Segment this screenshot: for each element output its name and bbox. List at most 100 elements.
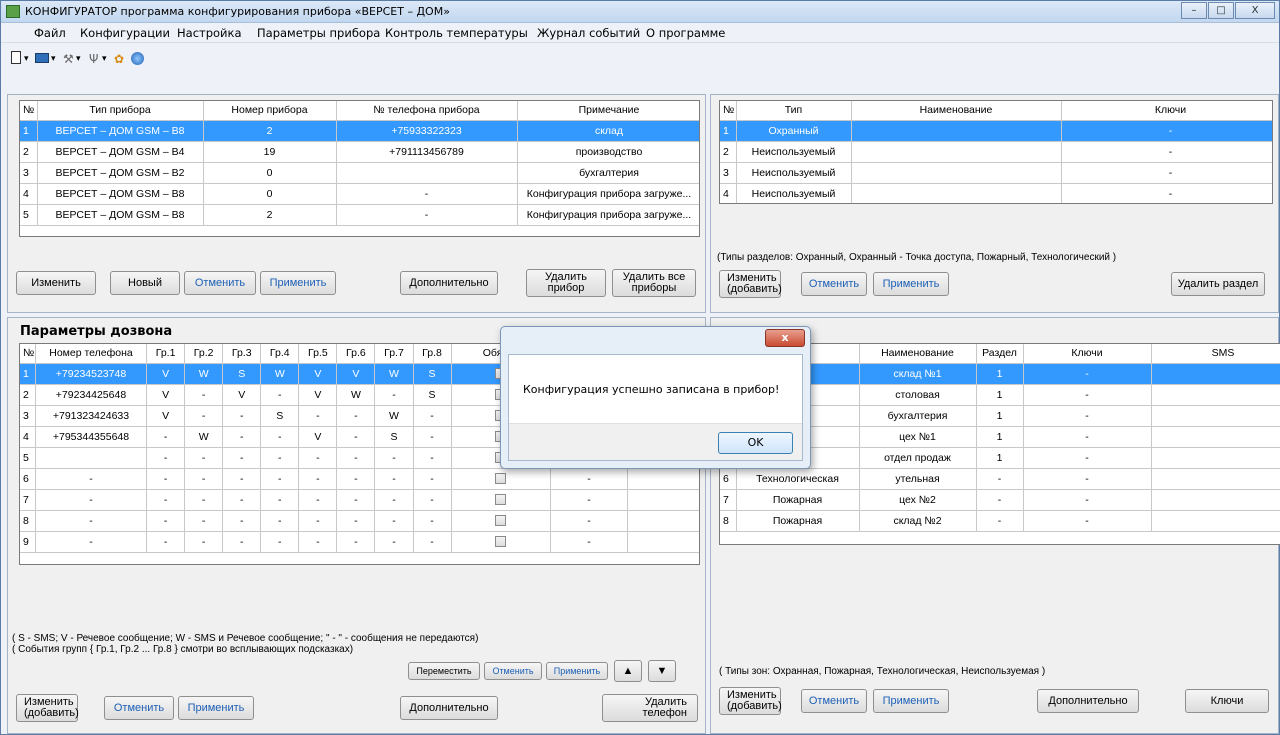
table-row[interactable]: 2 Неиспользуемый -	[720, 141, 1272, 163]
table-row[interactable]: 4 ВЕРСЕТ – ДОМ GSM – B8 0- Конфигурация при…	[20, 183, 699, 205]
cell: S	[222, 363, 262, 385]
cell: -	[222, 489, 262, 511]
device-icon[interactable]	[35, 53, 49, 63]
dial-more-button[interactable]: Дополнительно	[400, 696, 498, 720]
device-cancel-button[interactable]: Отменить	[184, 271, 256, 295]
table-row[interactable]: 4 Неиспользуемый -	[720, 183, 1272, 203]
mandatory-checkbox[interactable]	[495, 494, 507, 506]
zone-types-note: ( Типы зон: Охранная, Пожарная, Технолог…	[719, 666, 1046, 677]
move-apply-button[interactable]: Применить	[546, 662, 608, 680]
delete-section-button[interactable]: Удалить раздел	[1171, 272, 1265, 296]
col-keys: Ключи	[1061, 101, 1272, 121]
zone-edit-button[interactable]: Изменить (добавить)	[719, 687, 782, 715]
cell: Неиспользуемый	[736, 162, 852, 184]
zone-apply-button[interactable]: Применить	[873, 689, 949, 713]
cell: 2	[720, 141, 737, 163]
cell: -	[336, 426, 376, 448]
device-apply-button[interactable]: Применить	[260, 271, 336, 295]
cell: +75933322323	[336, 120, 518, 142]
table-row[interactable]: 1 ВЕРСЕТ – ДОМ GSM – B8 2 +75933322323 склад	[20, 120, 699, 142]
dialog-close-button[interactable]: x	[765, 329, 805, 347]
mandatory-checkbox[interactable]	[495, 515, 507, 527]
delete-all-devices-button[interactable]: Удалить все приборы	[612, 269, 696, 297]
move-button[interactable]: Переместить	[408, 662, 480, 680]
device-dropdown-icon[interactable]: ▾	[51, 51, 56, 67]
dial-apply-button[interactable]: Применить	[178, 696, 254, 720]
table-row[interactable]: 2 ВЕРСЕТ – ДОМ GSM – B4 19 +791113456789 про…	[20, 141, 699, 163]
settings-icon[interactable]: ✿	[114, 51, 124, 67]
table-row[interactable]: 3 ВЕРСЕТ – ДОМ GSM – B2 0 бухгалтерия	[20, 162, 699, 184]
cell: V	[146, 363, 186, 385]
cell: 1	[20, 363, 36, 385]
table-row[interactable]: 9----------	[20, 531, 699, 553]
delete-phone-button[interactable]: Удалить телефон	[602, 694, 698, 722]
info-icon[interactable]	[131, 52, 144, 65]
zone-more-button[interactable]: Дополнительно	[1037, 689, 1139, 713]
cell: -	[1023, 405, 1152, 427]
cell: +791113456789	[336, 141, 518, 163]
mandatory-checkbox[interactable]	[495, 473, 507, 485]
dial-edit-button[interactable]: Изменить (добавить)	[16, 694, 79, 722]
cell: -	[146, 489, 186, 511]
tools-icon[interactable]: ⚒	[63, 51, 74, 67]
cell: -	[1061, 183, 1272, 203]
usb-dropdown-icon[interactable]: ▾	[102, 51, 107, 67]
delete-device-button[interactable]: Удалить прибор	[526, 269, 606, 297]
cell: -	[1023, 489, 1152, 511]
section-edit-button[interactable]: Изменить (добавить)	[719, 270, 782, 298]
cell	[1151, 363, 1280, 385]
maximize-button[interactable]: □	[1208, 2, 1234, 19]
move-down-icon[interactable]: ▼	[648, 660, 676, 682]
dialog-message: Конфигурация успешно записана в прибор!	[523, 383, 780, 396]
close-button[interactable]: X	[1235, 2, 1275, 19]
new-file-icon[interactable]	[11, 51, 21, 64]
cell: 2	[203, 120, 337, 142]
mandatory-checkbox[interactable]	[495, 536, 507, 548]
cell: Неиспользуемый	[736, 183, 852, 203]
table-row[interactable]: 7----------	[20, 489, 699, 511]
device-new-button[interactable]: Новый	[110, 271, 180, 295]
menu-event-log[interactable]: Журнал событий	[537, 26, 640, 40]
menu-settings[interactable]: Настройка	[177, 26, 242, 40]
table-row[interactable]: 3 Неиспользуемый -	[720, 162, 1272, 184]
zone-cancel-button[interactable]: Отменить	[801, 689, 867, 713]
menu-device-params[interactable]: Параметры прибора	[257, 26, 380, 40]
cell: S	[260, 405, 300, 427]
cell: -	[336, 510, 376, 532]
delete-phone-label-2: телефон	[642, 707, 687, 719]
cell: -	[336, 531, 376, 553]
cell: 2	[20, 384, 36, 406]
cell: -	[1023, 468, 1152, 490]
cell: Конфигурация прибора загруже...	[517, 204, 699, 226]
device-edit-button[interactable]: Изменить	[16, 271, 96, 295]
col-group-2: Гр.2	[184, 344, 224, 364]
ok-button[interactable]: OK	[718, 432, 793, 454]
move-up-icon[interactable]: ▲	[614, 660, 642, 682]
dial-cancel-button[interactable]: Отменить	[104, 696, 174, 720]
table-row[interactable]: 8 Пожарная склад №2- -	[720, 510, 1280, 532]
section-apply-button[interactable]: Применить	[873, 272, 949, 296]
menu-temperature[interactable]: Контроль температуры	[385, 26, 528, 40]
table-row[interactable]: 8----------	[20, 510, 699, 532]
table-row[interactable]: 5 ВЕРСЕТ – ДОМ GSM – B8 2- Конфигурация при…	[20, 204, 699, 226]
cell: -	[222, 531, 262, 553]
menu-about[interactable]: О программе	[646, 26, 725, 40]
section-cancel-button[interactable]: Отменить	[801, 272, 867, 296]
table-row[interactable]: 6 Технологическая утельная - -	[720, 468, 1280, 490]
zone-keys-button[interactable]: Ключи	[1185, 689, 1269, 713]
table-row[interactable]: 1 Охранный -	[720, 120, 1272, 142]
cell	[1151, 384, 1280, 406]
cell: -	[146, 447, 186, 469]
new-dropdown-icon[interactable]: ▾	[24, 51, 29, 67]
device-more-button[interactable]: Дополнительно	[400, 271, 498, 295]
col-group-4: Гр.4	[260, 344, 300, 364]
minimize-button[interactable]: –	[1181, 2, 1207, 19]
usb-icon[interactable]: Ψ	[89, 51, 98, 67]
tools-dropdown-icon[interactable]: ▾	[76, 51, 81, 67]
table-row[interactable]: 6----------	[20, 468, 699, 490]
menu-configurations[interactable]: Конфигурации	[80, 26, 170, 40]
menu-file[interactable]: Файл	[34, 26, 66, 40]
table-row[interactable]: 7 Пожарная цех №2- -	[720, 489, 1280, 511]
cell: -	[184, 531, 224, 553]
move-cancel-button[interactable]: Отменить	[484, 662, 542, 680]
